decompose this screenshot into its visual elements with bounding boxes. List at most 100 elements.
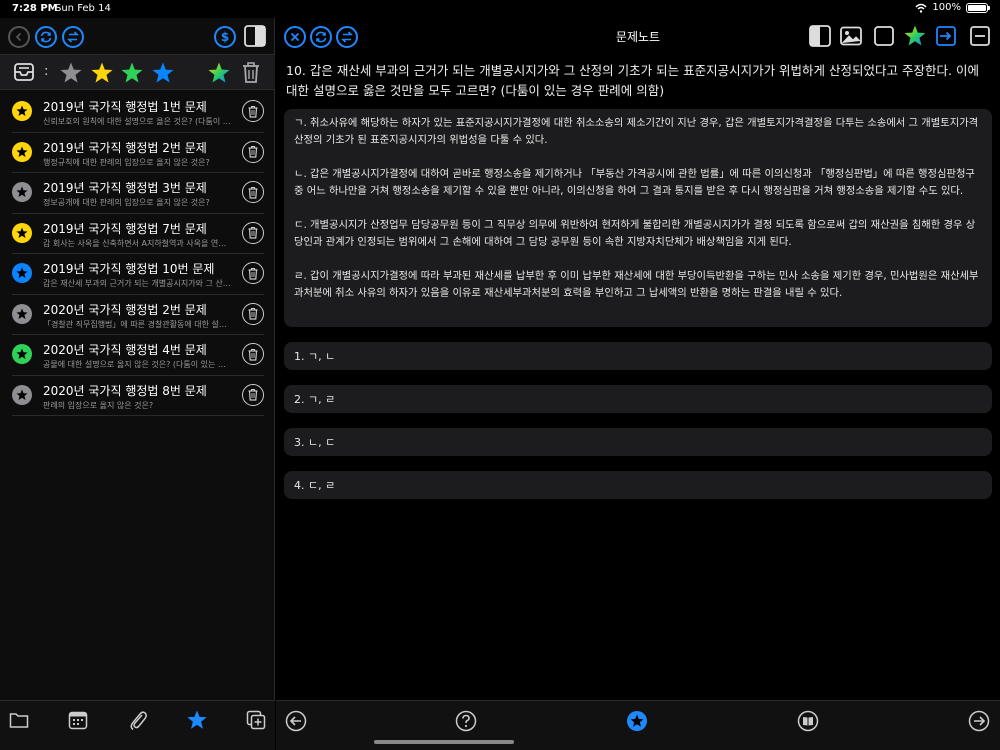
list-item-title: 2019년 국가직 행정법 2번 문제: [43, 140, 207, 155]
add-copy-icon[interactable]: [246, 710, 266, 730]
trash-icon: [248, 388, 258, 401]
left-panel: $ : 2019년 국가직 행정법 1번 문제 신뢰보호의 원칙에 대한 설명으로…: [0, 18, 275, 750]
swap-button[interactable]: [62, 26, 84, 48]
refresh-icon: [40, 31, 52, 43]
star-rainbow-icon[interactable]: [903, 24, 927, 48]
choice-1[interactable]: 1. ㄱ, ㄴ: [284, 342, 992, 370]
choice-4[interactable]: 4. ㄷ, ㄹ: [284, 471, 992, 499]
status-time: 7:28 PM: [12, 3, 58, 14]
sidebar-toggle-button[interactable]: [244, 25, 266, 47]
status-right: 100%: [915, 2, 990, 13]
delete-button[interactable]: [242, 343, 264, 365]
star-blue-icon[interactable]: [151, 61, 175, 85]
minus-icon[interactable]: [970, 26, 990, 46]
star-green-icon[interactable]: [120, 61, 144, 85]
passage-item: ㄷ. 개별공시지가 산정업무 담당공무원 등이 그 직무상 의무에 위반하여 현…: [294, 219, 976, 248]
calendar-icon[interactable]: [68, 710, 88, 730]
home-indicator: [374, 740, 514, 744]
status-bar: 7:28 PM Sun Feb 14 100%: [0, 0, 1000, 18]
folder-icon[interactable]: [9, 711, 29, 729]
square-icon[interactable]: [874, 26, 894, 46]
list-item-subtitle: 갑 회사는 사옥을 신축하면서 A지하철역과 사옥을 연결하는 지하연결통로를 …: [43, 238, 233, 248]
star-badge-icon[interactable]: [626, 710, 648, 732]
star-badge-icon[interactable]: [12, 303, 32, 324]
star-badge-icon[interactable]: [12, 263, 32, 283]
star-badge-icon[interactable]: [12, 141, 32, 162]
question-list: 2019년 국가직 행정법 1번 문제 신뢰보호의 원칙에 대한 설명으로 옳은 …: [0, 92, 275, 416]
list-item[interactable]: 2019년 국가직 행정법 1번 문제 신뢰보호의 원칙에 대한 설명으로 옳은 …: [12, 92, 264, 133]
list-item-title: 2019년 국가직 행정법 10번 문제: [43, 262, 215, 276]
delete-button[interactable]: [242, 302, 264, 325]
dollar-icon: $: [220, 30, 230, 44]
right-panel: 문제노트 10. 갑은 재산세 부과의 근거가 되는 개별공시지가와 그 산정의…: [276, 18, 1000, 750]
sidebar-toggle-icon: [244, 25, 266, 47]
list-item-subtitle: 「경찰관 직무집행법」에 따른 경찰관활동에 대한 설명으로 옳지 않은 것은?: [43, 319, 233, 329]
list-item-subtitle: 정보공개에 대한 판례의 입장으로 옳지 않은 것은?: [43, 198, 210, 207]
passage-box: ㄱ. 취소사유에 해당하는 하자가 있는 표준지공시지가결정에 대한 취소소송의…: [284, 109, 992, 327]
delete-button[interactable]: [242, 262, 264, 284]
list-item-subtitle: 판례의 입장으로 옳지 않은 것은?: [43, 400, 154, 410]
prev-icon[interactable]: [285, 710, 307, 732]
list-item[interactable]: 2020년 국가직 행정법 4번 문제공물에 대한 설명으로 옳지 않은 것은?…: [12, 335, 264, 376]
choice-2[interactable]: 2. ㄱ, ㄹ: [284, 385, 992, 413]
left-toolbar: $: [0, 18, 275, 52]
trash-icon[interactable]: [240, 60, 262, 84]
star-gray-icon[interactable]: [59, 61, 83, 85]
delete-button[interactable]: [242, 383, 264, 406]
delete-button[interactable]: [242, 140, 264, 163]
star-badge-icon[interactable]: [12, 384, 32, 405]
trash-icon: [248, 105, 258, 118]
list-item-subtitle: 행정규칙에 대한 판례의 입장으로 옳지 않은 것은?: [43, 157, 210, 167]
list-item-title: 2020년 국가직 행정법 8번 문제: [43, 383, 207, 398]
trash-icon: [248, 145, 258, 158]
trash-icon: [248, 348, 258, 361]
passage-item: ㄹ. 갑이 개별공시지가결정에 따라 부과된 재산세를 납부한 후 이미 납부한…: [294, 270, 979, 299]
image-icon[interactable]: [840, 26, 862, 46]
passage-item: ㄱ. 취소사유에 해당하는 하자가 있는 표준지공시지가결정에 대한 취소소송의…: [294, 117, 979, 146]
list-item[interactable]: 2019년 국가직 행정법 10번 문제갑은 재산세 부과의 근거가 되는 개별…: [12, 254, 264, 295]
swap-icon: [67, 31, 79, 43]
delete-button[interactable]: [242, 100, 264, 122]
help-icon[interactable]: [455, 710, 477, 732]
battery-percent: 100%: [932, 2, 961, 13]
list-item[interactable]: 2019년 국가직 행정법 2번 문제행정규칙에 대한 판례의 입장으로 옳지 …: [12, 133, 264, 173]
inbox-button[interactable]: [12, 61, 36, 83]
star-badge-icon[interactable]: [12, 182, 32, 202]
choice-3[interactable]: 3. ㄴ, ㄷ: [284, 428, 992, 456]
list-item-subtitle: 신뢰보호의 원칙에 대한 설명으로 옳은 것은? (다툼이 있는 경우 판례에 …: [43, 117, 233, 126]
delete-button[interactable]: [242, 181, 264, 203]
star-yellow-icon[interactable]: [90, 61, 114, 85]
inbox-icon: [14, 63, 34, 81]
list-item-title: 2020년 국가직 행정법 4번 문제: [43, 343, 207, 357]
split-view-icon[interactable]: [809, 25, 831, 47]
passage-item: ㄴ. 갑은 개별공시지가결정에 대하여 곧바로 행정소송을 제기하거나 「부동산…: [294, 168, 975, 197]
list-item[interactable]: 2020년 국가직 행정법 8번 문제판례의 입장으로 옳지 않은 것은?: [12, 376, 264, 416]
star-badge-icon[interactable]: [12, 344, 32, 364]
star-rainbow-icon[interactable]: [207, 61, 231, 85]
list-item-title: 2019년 국가직 행정법 7번 문제: [43, 221, 207, 236]
trash-icon: [248, 226, 258, 239]
delete-button[interactable]: [242, 221, 264, 244]
left-tabbar: [0, 700, 275, 750]
list-item[interactable]: 2019년 국가직 행정법 3번 문제 정보공개에 대한 판례의 입장으로 옳지 …: [12, 173, 264, 214]
purchase-button[interactable]: $: [214, 26, 236, 48]
star-badge-icon[interactable]: [12, 101, 32, 121]
star-badge-icon[interactable]: [12, 222, 32, 243]
list-item-subtitle: 공물에 대한 설명으로 옳지 않은 것은? (다툼이 있는 경우 판례에 의함): [43, 360, 233, 369]
battery-icon: [966, 2, 990, 13]
filter-colon: :: [44, 64, 49, 79]
question-text: 10. 갑은 재산세 부과의 근거가 되는 개별공시지가와 그 산정의 기초가 …: [286, 63, 979, 98]
trash-icon: [248, 267, 258, 280]
list-item[interactable]: 2020년 국가직 행정법 2번 문제 「경찰관 직무집행법」에 따른 경찰관활동…: [12, 295, 264, 335]
refresh-button[interactable]: [35, 26, 57, 48]
trash-icon: [248, 186, 258, 199]
star-tab-icon[interactable]: [186, 709, 208, 731]
list-item[interactable]: 2019년 국가직 행정법 7번 문제갑 회사는 사옥을 신축하면서 A지하철역…: [12, 214, 264, 254]
list-item-subtitle: 갑은 재산세 부과의 근거가 되는 개별공시지가와 그 산정의 기초가 되는 표…: [43, 279, 233, 288]
book-icon[interactable]: [797, 710, 819, 732]
paperclip-icon[interactable]: [128, 709, 148, 731]
next-icon[interactable]: [968, 710, 990, 732]
enter-icon[interactable]: [936, 26, 956, 46]
back-icon: [15, 32, 22, 42]
back-button[interactable]: [8, 26, 30, 48]
